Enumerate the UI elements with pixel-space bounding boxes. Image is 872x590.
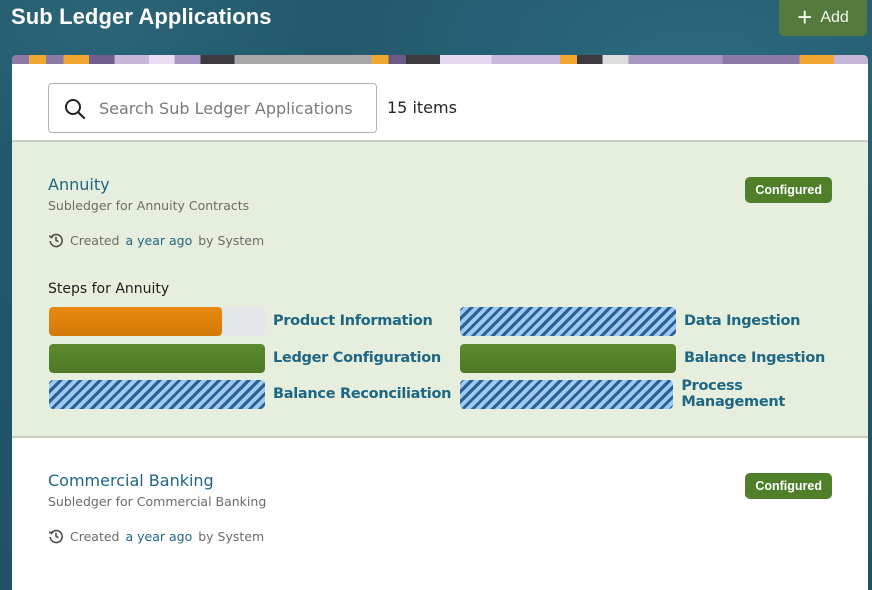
application-description: Subledger for Commercial Banking [48,494,267,509]
history-icon [48,233,63,248]
step-progress-fill [460,306,676,336]
created-prefix: Created [70,232,120,248]
step-process-management[interactable]: Process Management [460,378,849,410]
item-count: 15 items [387,98,457,117]
add-button[interactable]: + Add [779,0,867,36]
step-balance-reconciliation[interactable]: Balance Reconciliation [49,379,451,409]
step-label[interactable]: Process Management [681,378,849,410]
application-list-item[interactable]: Annuity Subledger for Annuity Contracts … [12,142,868,438]
step-progress-fill [460,379,674,409]
created-suffix: by System [198,232,265,248]
decorative-banner [12,55,868,64]
step-progress-bar [49,379,265,409]
step-product-information[interactable]: Product Information [49,306,433,336]
application-name-link[interactable]: Commercial Banking [48,471,214,490]
step-progress-fill [49,306,222,336]
step-progress-bar [460,379,674,409]
step-progress-fill [460,343,676,373]
created-when-link[interactable]: a year ago [125,529,192,544]
created-suffix: by System [198,528,265,544]
search-box[interactable] [48,83,377,133]
status-badge: Configured [745,177,832,203]
plus-icon: + [797,1,813,32]
step-ledger-configuration[interactable]: Ledger Configuration [49,343,441,373]
application-list-item[interactable]: Commercial Banking Subledger for Commerc… [12,438,868,588]
add-button-label: Add [820,9,849,26]
application-name-link[interactable]: Annuity [48,175,110,194]
steps-title: Steps for Annuity [48,281,170,297]
status-badge: Configured [745,473,832,499]
step-label[interactable]: Ledger Configuration [273,350,441,366]
page-title: Sub Ledger Applications [11,4,272,29]
search-icon [65,99,86,120]
application-description: Subledger for Annuity Contracts [48,198,250,213]
step-progress-bar [49,343,265,373]
step-label[interactable]: Product Information [273,313,433,329]
step-data-ingestion[interactable]: Data Ingestion [460,306,800,336]
created-when-link[interactable]: a year ago [125,233,192,248]
step-progress-bar [460,343,676,373]
applications-card: 15 items Annuity Subledger for Annuity C… [12,55,868,590]
step-progress-bar [49,306,265,336]
history-icon [48,529,63,544]
step-label[interactable]: Balance Reconciliation [273,386,451,402]
created-info: Created a year ago by System [48,232,264,248]
created-prefix: Created [70,528,120,544]
search-input[interactable] [99,84,368,132]
search-row: 15 items [12,64,868,142]
step-label[interactable]: Data Ingestion [684,313,800,329]
step-progress-fill [49,343,265,373]
steps-grid: Product Information Data Ingestion Ledger … [49,306,849,416]
step-balance-ingestion[interactable]: Balance Ingestion [460,343,825,373]
created-info: Created a year ago by System [48,528,264,544]
step-progress-bar [460,306,676,336]
step-label[interactable]: Balance Ingestion [684,350,825,366]
step-progress-fill [49,379,265,409]
